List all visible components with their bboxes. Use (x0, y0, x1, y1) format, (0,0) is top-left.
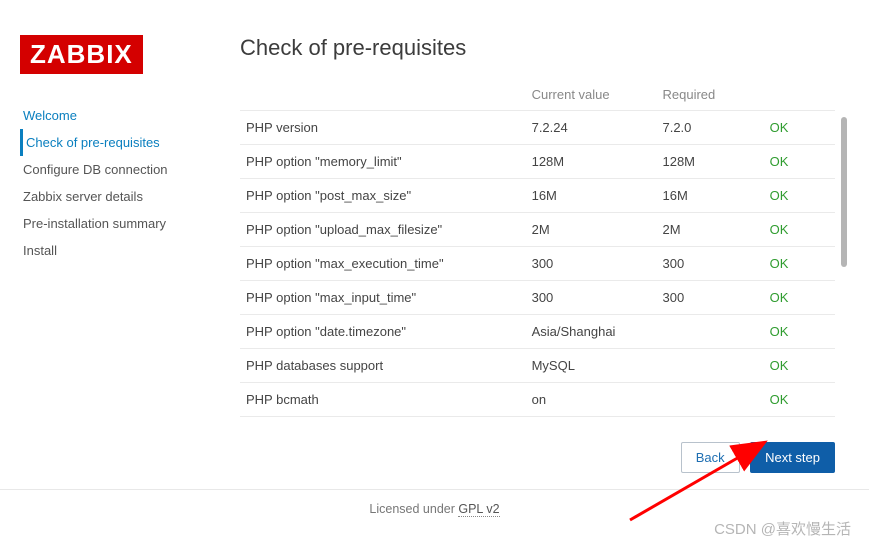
col-name-header (240, 79, 526, 111)
nav-list: WelcomeCheck of pre-requisitesConfigure … (20, 102, 240, 264)
req-current: 7.2.24 (526, 111, 657, 145)
table-row: PHP option "post_max_size"16M16MOK (240, 179, 835, 213)
req-required: 7.2.0 (656, 111, 763, 145)
table-row: PHP option "max_execution_time"300300OK (240, 247, 835, 281)
req-current: 2M (526, 213, 657, 247)
sidebar-item-5[interactable]: Install (23, 237, 240, 264)
req-name: PHP option "post_max_size" (240, 179, 526, 213)
req-required (656, 349, 763, 383)
button-row: Back Next step (240, 428, 835, 479)
table-row: PHP version7.2.247.2.0OK (240, 111, 835, 145)
req-name: PHP databases support (240, 349, 526, 383)
req-current: Asia/Shanghai (526, 315, 657, 349)
req-required (656, 417, 763, 429)
back-button[interactable]: Back (681, 442, 740, 473)
sidebar-item-3[interactable]: Zabbix server details (23, 183, 240, 210)
req-status: OK (764, 281, 835, 315)
table-row: PHP option "max_input_time"300300OK (240, 281, 835, 315)
req-current: on (526, 383, 657, 417)
req-current: 16M (526, 179, 657, 213)
req-status: OK (764, 213, 835, 247)
req-required: 128M (656, 145, 763, 179)
req-status: OK (764, 111, 835, 145)
req-current: 128M (526, 145, 657, 179)
req-current: on (526, 417, 657, 429)
req-current: 300 (526, 281, 657, 315)
req-required (656, 315, 763, 349)
footer-text: Licensed under (369, 502, 458, 516)
req-status: OK (764, 417, 835, 429)
req-required: 300 (656, 281, 763, 315)
req-name: PHP bcmath (240, 383, 526, 417)
req-name: PHP mbstring (240, 417, 526, 429)
requisites-table-wrap: Current value Required PHP version7.2.24… (240, 79, 835, 428)
table-row: PHP mbstringon OK (240, 417, 835, 429)
req-required: 300 (656, 247, 763, 281)
footer-license-link[interactable]: GPL v2 (458, 502, 499, 517)
main-panel: Check of pre-requisites Current value Re… (240, 35, 849, 479)
req-name: PHP option "max_execution_time" (240, 247, 526, 281)
setup-container: ZABBIX WelcomeCheck of pre-requisitesCon… (0, 0, 869, 490)
req-status: OK (764, 349, 835, 383)
req-current: 300 (526, 247, 657, 281)
scrollbar-thumb[interactable] (841, 117, 847, 267)
footer: Licensed under GPL v2 (0, 490, 869, 528)
req-name: PHP option "max_input_time" (240, 281, 526, 315)
sidebar-item-4[interactable]: Pre-installation summary (23, 210, 240, 237)
table-row: PHP option "date.timezone"Asia/Shanghai O… (240, 315, 835, 349)
logo: ZABBIX (20, 35, 143, 74)
req-name: PHP version (240, 111, 526, 145)
sidebar: ZABBIX WelcomeCheck of pre-requisitesCon… (20, 35, 240, 479)
req-required (656, 383, 763, 417)
table-row: PHP option "memory_limit"128M128MOK (240, 145, 835, 179)
req-status: OK (764, 145, 835, 179)
table-row: PHP option "upload_max_filesize"2M2MOK (240, 213, 835, 247)
next-step-button[interactable]: Next step (750, 442, 835, 473)
req-required: 16M (656, 179, 763, 213)
col-status-header (764, 79, 835, 111)
table-row: PHP databases supportMySQL OK (240, 349, 835, 383)
sidebar-item-1[interactable]: Check of pre-requisites (20, 129, 240, 156)
req-required: 2M (656, 213, 763, 247)
req-name: PHP option "memory_limit" (240, 145, 526, 179)
req-status: OK (764, 383, 835, 417)
col-current-header: Current value (526, 79, 657, 111)
requisites-table: Current value Required PHP version7.2.24… (240, 79, 835, 428)
sidebar-item-0[interactable]: Welcome (23, 102, 240, 129)
req-name: PHP option "upload_max_filesize" (240, 213, 526, 247)
req-name: PHP option "date.timezone" (240, 315, 526, 349)
table-row: PHP bcmathon OK (240, 383, 835, 417)
col-required-header: Required (656, 79, 763, 111)
req-status: OK (764, 247, 835, 281)
req-current: MySQL (526, 349, 657, 383)
sidebar-item-2[interactable]: Configure DB connection (23, 156, 240, 183)
page-title: Check of pre-requisites (240, 35, 835, 61)
req-status: OK (764, 179, 835, 213)
req-status: OK (764, 315, 835, 349)
